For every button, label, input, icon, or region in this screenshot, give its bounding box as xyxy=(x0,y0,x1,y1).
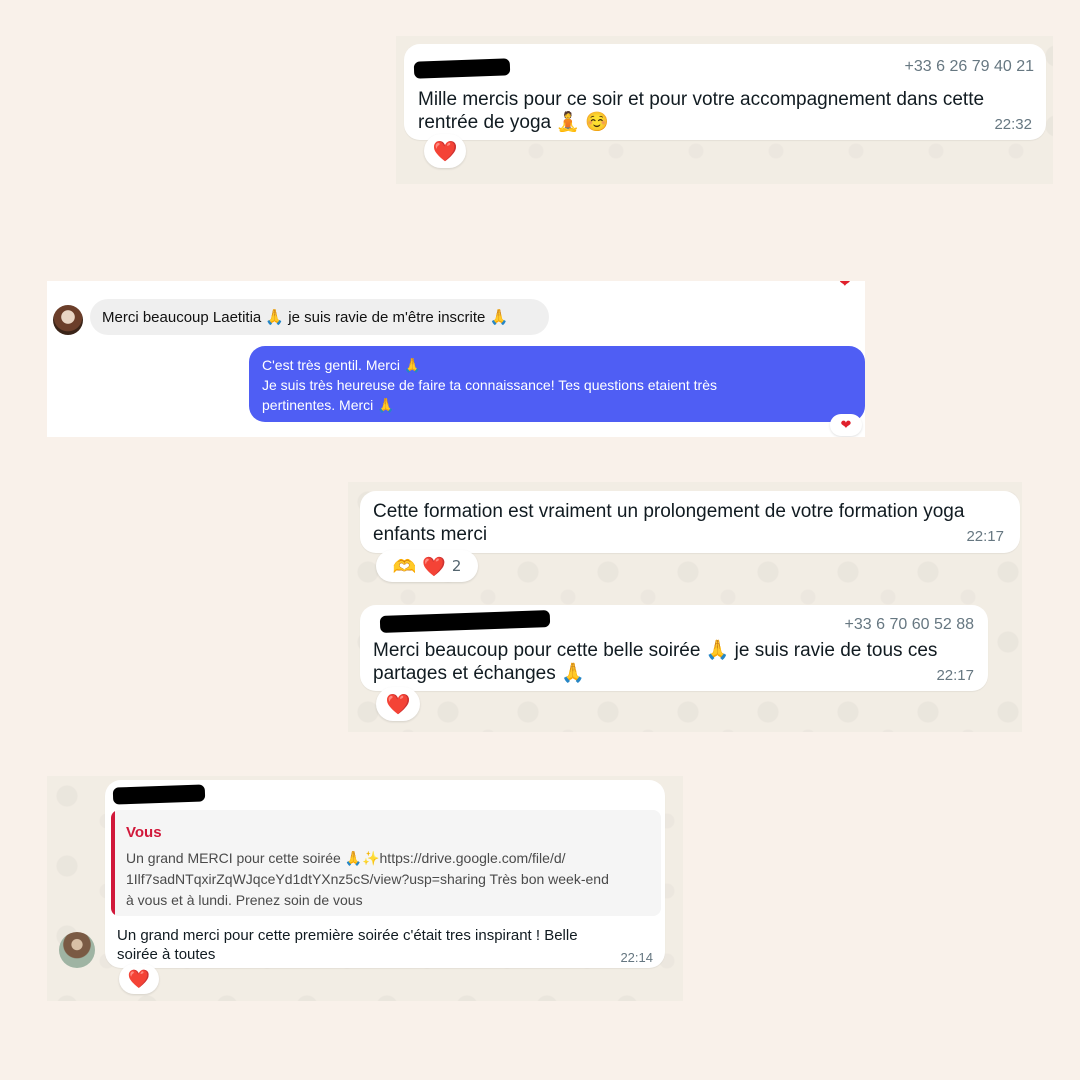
message-bubble[interactable]: +33 6 70 60 52 88 Merci beaucoup pour ce… xyxy=(360,605,988,691)
heart-reaction-top: ❤ xyxy=(839,281,851,291)
chat-panel-1: +33 6 26 79 40 21 Mille mercis pour ce s… xyxy=(396,36,1053,184)
sender-phone: +33 6 70 60 52 88 xyxy=(844,616,974,633)
message-text: Cette formation est vraiment un prolonge… xyxy=(373,501,965,545)
reaction-emojis: 🫶 ❤️ xyxy=(392,555,446,578)
heart-reaction[interactable]: ❤️ xyxy=(119,964,159,994)
outgoing-message-text: C'est très gentil. Merci 🙏 Je suis très … xyxy=(262,357,718,413)
message-bubble[interactable]: +33 6 26 79 40 21 Mille mercis pour ce s… xyxy=(404,44,1046,140)
incoming-message-text: Merci beaucoup Laetitia 🙏 je suis ravie … xyxy=(102,309,509,326)
quote-accent-bar xyxy=(111,810,115,916)
heart-reaction[interactable]: ❤ xyxy=(830,414,862,436)
chat-panel-3: Cette formation est vraiment un prolonge… xyxy=(348,482,1022,732)
incoming-message[interactable]: Merci beaucoup Laetitia 🙏 je suis ravie … xyxy=(90,299,549,335)
message-time: 22:17 xyxy=(966,528,1004,545)
message-bubble[interactable]: Vous Un grand MERCI pour cette soirée 🙏✨… xyxy=(105,780,665,968)
outgoing-message[interactable]: C'est très gentil. Merci 🙏 Je suis très … xyxy=(249,346,865,422)
message-time: 22:14 xyxy=(620,950,653,965)
chat-panel-2: ❤ Merci beaucoup Laetitia 🙏 je suis ravi… xyxy=(47,281,865,437)
chat-panel-4: Vous Un grand MERCI pour cette soirée 🙏✨… xyxy=(47,776,683,1001)
sender-phone: +33 6 26 79 40 21 xyxy=(904,58,1034,75)
message-text: Un grand merci pour cette première soiré… xyxy=(117,927,578,963)
reaction-count: 2 xyxy=(451,557,462,575)
heart-reaction[interactable]: ❤️ xyxy=(424,134,466,168)
avatar[interactable] xyxy=(53,305,83,335)
heart-reaction[interactable]: ❤️ xyxy=(376,687,420,721)
avatar[interactable] xyxy=(59,932,95,968)
message-text: Merci beaucoup pour cette belle soirée 🙏… xyxy=(373,640,938,684)
message-bubble[interactable]: Cette formation est vraiment un prolonge… xyxy=(360,491,1020,553)
quoted-message[interactable]: Vous Un grand MERCI pour cette soirée 🙏✨… xyxy=(111,810,661,916)
redacted-sender-name xyxy=(379,610,551,633)
message-time: 22:17 xyxy=(936,667,974,684)
redacted-sender-name xyxy=(112,784,206,805)
message-time: 22:32 xyxy=(994,116,1032,133)
heart-icon: ❤ xyxy=(840,417,852,433)
quote-text: Un grand MERCI pour cette soirée 🙏✨https… xyxy=(126,850,609,908)
heart-icon: ❤️ xyxy=(127,968,151,990)
quote-author: Vous xyxy=(126,824,162,841)
message-text: Mille mercis pour ce soir et pour votre … xyxy=(418,89,985,133)
reaction-group[interactable]: 🫶 ❤️ 2 xyxy=(376,550,478,582)
heart-icon: ❤️ xyxy=(432,139,458,163)
heart-icon: ❤️ xyxy=(385,692,411,716)
redacted-sender-name xyxy=(413,58,511,79)
